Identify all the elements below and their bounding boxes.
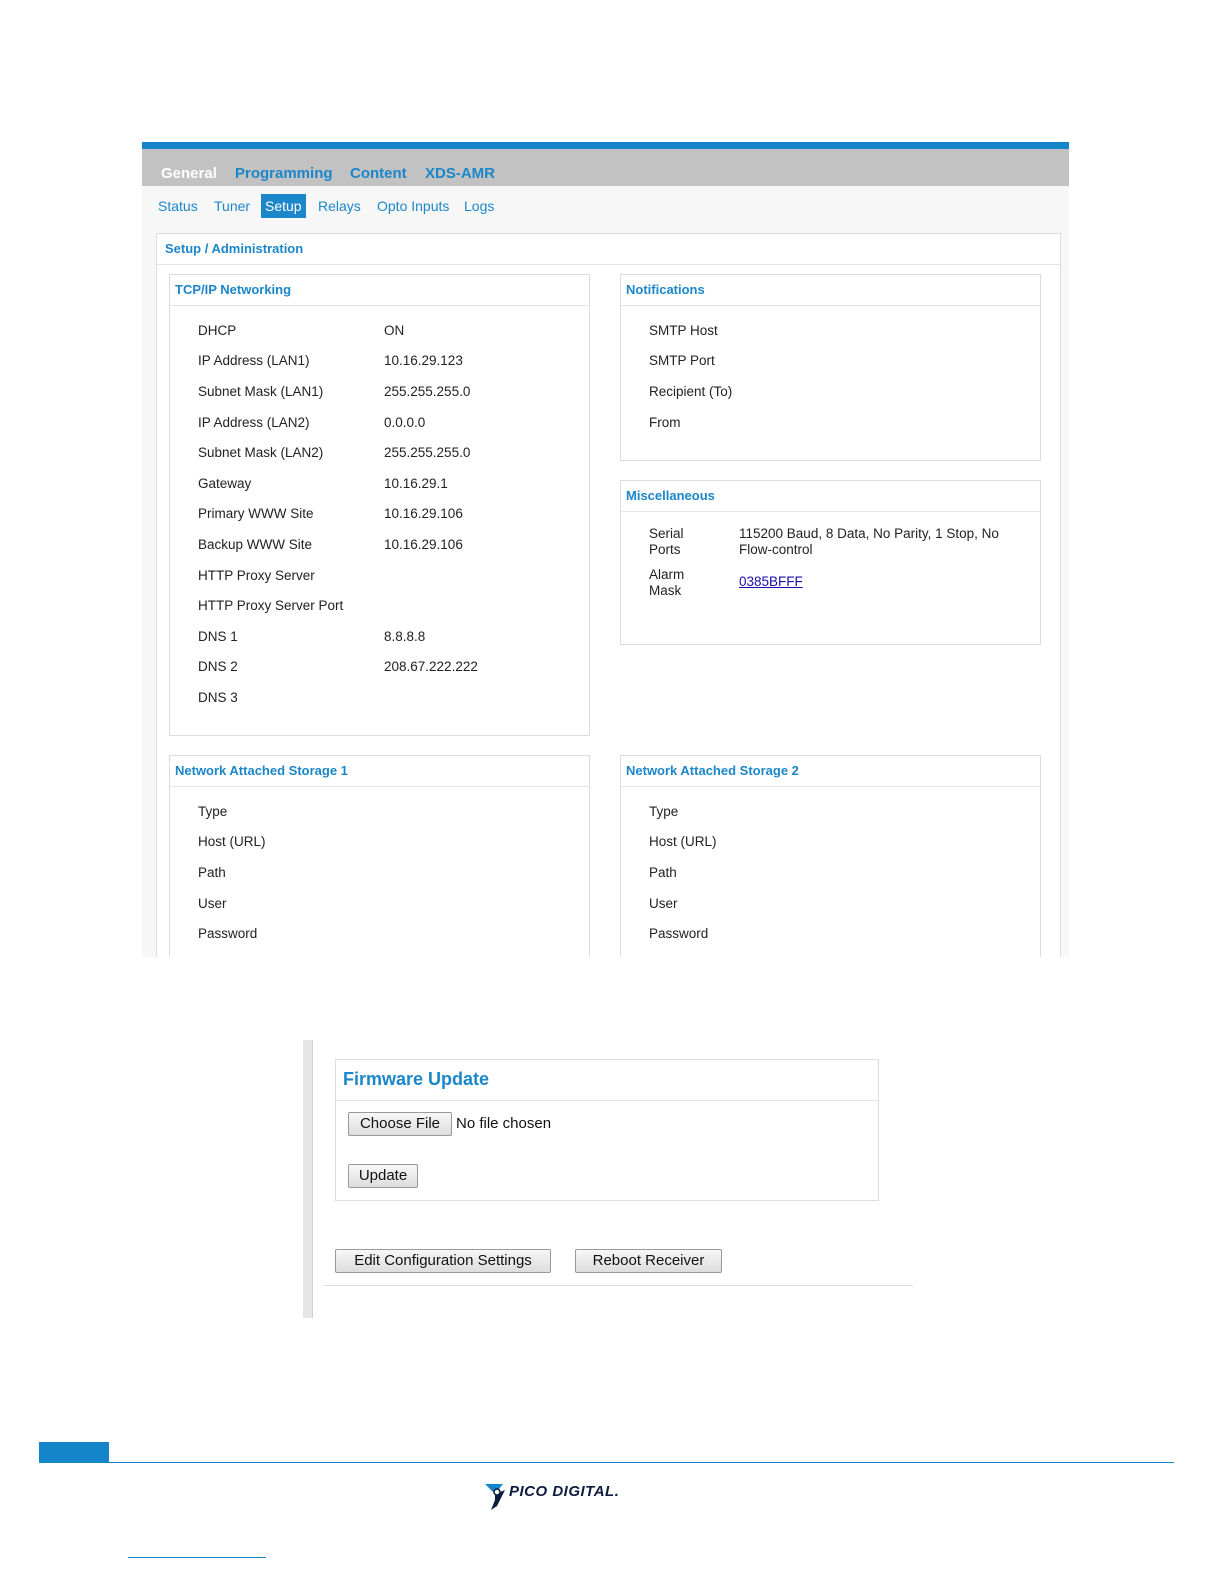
footer-rule (39, 1462, 1174, 1463)
tab-relays[interactable]: Relays (314, 194, 365, 218)
edit-configuration-button[interactable]: Edit Configuration Settings (335, 1249, 551, 1273)
nav-content[interactable]: Content (350, 165, 407, 182)
tcpip-value: 10.16.29.123 (384, 353, 463, 368)
firmware-update-title: Firmware Update (343, 1069, 490, 1089)
nas2-label: Password (649, 926, 709, 941)
tcpip-label: DNS 3 (198, 690, 238, 705)
nas1-box: Network Attached Storage 1 Type Host (UR… (169, 755, 590, 957)
nas2-box: Network Attached Storage 2 Type Host (UR… (620, 755, 1041, 957)
tcpip-label: Gateway (198, 476, 252, 491)
tab-opto-inputs[interactable]: Opto Inputs (373, 194, 453, 218)
nas1-label: Path (198, 865, 226, 880)
notifications-label: From (649, 415, 681, 430)
setup-screenshot: General Programming Content XDS-AMR Stat… (142, 142, 1069, 957)
firmware-update-header: Firmware Update (336, 1060, 878, 1101)
miscellaneous-header: Miscellaneous (621, 481, 1040, 512)
tcpip-value: 10.16.29.106 (384, 537, 463, 552)
tcpip-value: 8.8.8.8 (384, 629, 426, 644)
tcpip-label: HTTP Proxy Server Port (198, 598, 344, 613)
nas2-header: Network Attached Storage 2 (621, 756, 1040, 787)
tcpip-value: ON (384, 323, 405, 338)
tab-logs[interactable]: Logs (460, 194, 498, 218)
nav-programming[interactable]: Programming (235, 165, 333, 182)
nas1-label: Host (URL) (198, 834, 266, 849)
nas2-label: Host (URL) (649, 834, 717, 849)
tcpip-value: 208.67.222.222 (384, 659, 478, 674)
miscellaneous-box: Miscellaneous Serial Ports 115200 Baud, … (620, 480, 1041, 645)
nav-general[interactable]: General (161, 165, 217, 182)
serial-ports-value-line1: 115200 Baud, 8 Data, No Parity, 1 Stop, … (739, 526, 999, 541)
tab-tuner[interactable]: Tuner (210, 194, 254, 218)
tcpip-label: IP Address (LAN1) (198, 353, 310, 368)
notifications-box: Notifications SMTP Host SMTP Port Recipi… (620, 274, 1041, 461)
nas1-header: Network Attached Storage 1 (170, 756, 589, 787)
notifications-header: Notifications (621, 275, 1040, 306)
alarm-mask-label-line1: Alarm (649, 567, 685, 582)
tcpip-value: 10.16.29.1 (384, 476, 448, 491)
tcpip-label: DNS 2 (198, 659, 238, 674)
notifications-title: Notifications (626, 282, 705, 297)
nas1-title: Network Attached Storage 1 (175, 763, 348, 778)
tcpip-label: HTTP Proxy Server (198, 568, 315, 583)
tab-status[interactable]: Status (154, 194, 202, 218)
alarm-mask-label-line2: Mask (649, 583, 682, 598)
tcpip-label: IP Address (LAN2) (198, 415, 310, 430)
nas2-label: Type (649, 804, 679, 819)
tcpip-header: TCP/IP Networking (170, 275, 589, 306)
firmware-screenshot: Firmware Update Choose File No file chos… (303, 1040, 913, 1318)
tcpip-value: 10.16.29.106 (384, 506, 463, 521)
tcpip-value: 255.255.255.0 (384, 384, 471, 399)
tcpip-label: Primary WWW Site (198, 506, 314, 521)
tcpip-title: TCP/IP Networking (175, 282, 292, 297)
nas2-label: Path (649, 865, 677, 880)
tcpip-value: 0.0.0.0 (384, 415, 426, 430)
pico-digital-logo: PICO DIGITAL. (483, 1480, 633, 1512)
tcpip-label: Subnet Mask (LAN2) (198, 445, 324, 460)
nav-xds-amr[interactable]: XDS-AMR (425, 165, 495, 182)
footer-page-tab (39, 1442, 109, 1463)
tcpip-label: DHCP (198, 323, 237, 338)
miscellaneous-title: Miscellaneous (626, 488, 715, 503)
setup-title-bar: Setup / Administration (157, 234, 1060, 265)
notifications-label: SMTP Port (649, 353, 715, 368)
nas2-label: User (649, 896, 678, 911)
nas1-label: User (198, 896, 227, 911)
notifications-label: SMTP Host (649, 323, 718, 338)
serial-ports-label-line2: Ports (649, 542, 681, 557)
panel-title: Setup / Administration (165, 241, 304, 256)
notifications-label: Recipient (To) (649, 384, 733, 399)
setup-admin-panel: Setup / Administration TCP/IP Networking… (156, 233, 1061, 957)
pico-logo-icon (485, 1484, 505, 1510)
serial-ports-label-line1: Serial (649, 526, 684, 541)
file-status-text: No file chosen (456, 1115, 552, 1132)
nas1-label: Password (198, 926, 258, 941)
tcpip-label: Subnet Mask (LAN1) (198, 384, 324, 399)
page-link-underline (128, 1557, 266, 1558)
left-scroll-edge (303, 1040, 313, 1318)
tcpip-label: Backup WWW Site (198, 537, 313, 552)
reboot-receiver-button[interactable]: Reboot Receiver (575, 1249, 722, 1273)
choose-file-button[interactable]: Choose File (348, 1112, 452, 1136)
logo-text: PICO DIGITAL. (509, 1483, 620, 1500)
tcpip-box: TCP/IP Networking DHCP ON IP Address (LA… (169, 274, 590, 736)
update-button[interactable]: Update (348, 1164, 418, 1188)
nas1-label: Type (198, 804, 228, 819)
tcpip-value: 255.255.255.0 (384, 445, 471, 460)
section-divider (323, 1285, 913, 1286)
tcpip-label: DNS 1 (198, 629, 238, 644)
alarm-mask-link[interactable]: 0385BFFF (739, 574, 803, 589)
main-nav-bar: General Programming Content XDS-AMR (142, 142, 1069, 186)
serial-ports-value-line2: Flow-control (739, 542, 813, 557)
nas2-title: Network Attached Storage 2 (626, 763, 799, 778)
firmware-update-box: Firmware Update Choose File No file chos… (335, 1059, 879, 1201)
tab-setup[interactable]: Setup (261, 194, 306, 218)
